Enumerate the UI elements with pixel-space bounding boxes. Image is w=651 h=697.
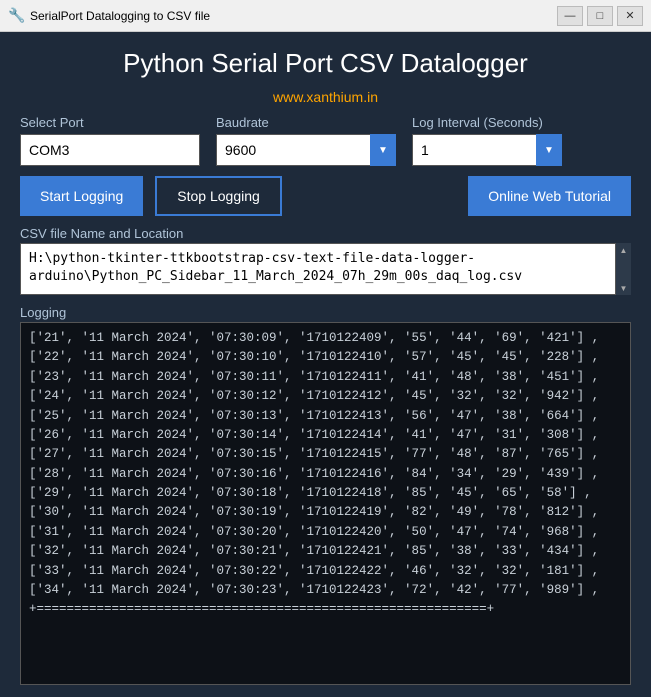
- scroll-up-arrow[interactable]: ▲: [616, 243, 631, 257]
- form-row: Select Port Baudrate 9600 4800 19200 384…: [20, 115, 631, 166]
- online-tutorial-button[interactable]: Online Web Tutorial: [468, 176, 631, 216]
- baudrate-select[interactable]: 9600 4800 19200 38400 57600 115200: [216, 134, 396, 166]
- interval-group: Log Interval (Seconds) 1 2 5 10 30 60 ▼: [412, 115, 562, 166]
- app-title: Python Serial Port CSV Datalogger: [20, 48, 631, 79]
- baudrate-label: Baudrate: [216, 115, 396, 130]
- port-input[interactable]: [20, 134, 200, 166]
- window-controls: — □ ✕: [557, 6, 643, 26]
- file-scrollbar: ▲ ▼: [615, 243, 631, 295]
- port-label: Select Port: [20, 115, 200, 130]
- interval-select[interactable]: 1 2 5 10 30 60: [412, 134, 562, 166]
- maximize-button[interactable]: □: [587, 6, 613, 26]
- interval-select-wrapper: 1 2 5 10 30 60 ▼: [412, 134, 562, 166]
- titlebar-title: SerialPort Datalogging to CSV file: [30, 9, 557, 23]
- baudrate-select-wrapper: 9600 4800 19200 38400 57600 115200 ▼: [216, 134, 396, 166]
- start-logging-button[interactable]: Start Logging: [20, 176, 143, 216]
- titlebar: 🔧 SerialPort Datalogging to CSV file — □…: [0, 0, 651, 32]
- file-label: CSV file Name and Location: [20, 226, 631, 241]
- scroll-down-arrow[interactable]: ▼: [616, 281, 631, 295]
- stop-logging-button[interactable]: Stop Logging: [155, 176, 282, 216]
- port-group: Select Port: [20, 115, 200, 166]
- close-button[interactable]: ✕: [617, 6, 643, 26]
- app-subtitle: www.xanthium.in: [20, 89, 631, 105]
- minimize-button[interactable]: —: [557, 6, 583, 26]
- file-section: CSV file Name and Location ▲ ▼: [20, 226, 631, 295]
- buttons-row: Start Logging Stop Logging Online Web Tu…: [20, 176, 631, 216]
- interval-label: Log Interval (Seconds): [412, 115, 562, 130]
- log-label: Logging: [20, 305, 631, 320]
- scroll-track: [616, 257, 631, 281]
- log-section: Logging ['21', '11 March 2024', '07:30:0…: [20, 305, 631, 685]
- app-icon: 🔧: [8, 8, 24, 24]
- baudrate-group: Baudrate 9600 4800 19200 38400 57600 115…: [216, 115, 396, 166]
- log-output[interactable]: ['21', '11 March 2024', '07:30:09', '171…: [20, 322, 631, 685]
- file-path-input[interactable]: [20, 243, 631, 295]
- main-content: Python Serial Port CSV Datalogger www.xa…: [0, 32, 651, 697]
